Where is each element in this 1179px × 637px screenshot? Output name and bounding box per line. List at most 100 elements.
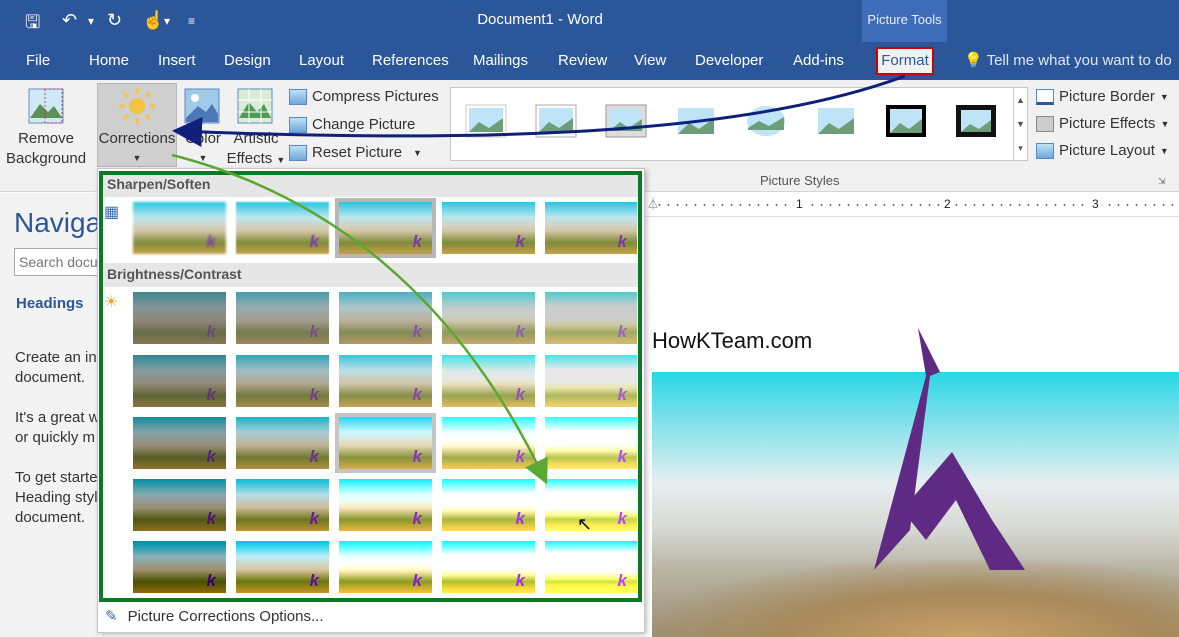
artistic-effects-label-1: Artistic [233,130,279,147]
ruler-number: 1 [794,197,805,211]
tab-format[interactable]: Format [876,47,934,75]
ruler-number: 3 [1090,197,1101,211]
picture-corrections-options-label: Picture Corrections Options... [127,607,324,625]
save-icon[interactable]: 🖫 [25,10,40,40]
nav-help-text: Heading styl [15,489,98,506]
reset-picture-dropdown-icon[interactable]: ▼ [413,148,422,158]
picture-effects-icon [1036,115,1054,132]
undo-icon[interactable]: ↶ [62,10,77,31]
redo-icon[interactable]: ↻ [107,10,122,31]
tab-insert[interactable]: Insert [158,52,196,69]
nav-help-text: or quickly m [15,429,96,446]
undo-dropdown-icon[interactable]: ▾ [88,14,94,28]
color-dropdown-icon[interactable]: ▼ [178,148,228,168]
compress-pictures-button[interactable]: Compress Pictures [289,88,439,105]
tab-headings[interactable]: Headings [16,295,84,312]
picture-style-thumb[interactable] [465,104,507,138]
horizontal-ruler[interactable]: ⏃ 1 2 3 [645,193,1179,217]
nav-help-text: To get starte [15,469,98,486]
picture-style-thumb[interactable] [535,104,577,138]
window-title: Document1 - Word [477,11,603,28]
picture-layout-label: Picture Layout [1059,142,1155,159]
sun-icon [119,88,155,124]
picture-border-icon [1036,88,1054,105]
corrections-label: Corrections [98,130,176,147]
remove-background-button[interactable]: Remove Background [6,129,86,169]
nav-help-text: document. [15,369,86,386]
remove-background-icon [28,88,64,124]
search-document-input[interactable] [14,248,104,276]
tab-references[interactable]: References [372,52,449,69]
howkteam-logo [874,328,1025,570]
picture-border-label: Picture Border [1059,88,1155,105]
document-text[interactable]: HowKTeam.com [652,328,812,354]
gallery-scroll-down-icon[interactable]: ▼ [1013,112,1027,136]
mouse-cursor-icon: ↖ [577,514,593,534]
picture-border-dropdown-icon[interactable]: ▼ [1160,92,1169,102]
gallery-more-icon[interactable]: ▾ [1013,136,1027,160]
artistic-effects-icon [237,88,273,124]
picture-corrections-options-icon: ✎ [105,608,118,625]
tab-design[interactable]: Design [224,52,271,69]
reset-picture-label: Reset Picture [312,144,403,161]
tab-file[interactable]: File [26,52,50,69]
nav-help-text: It's a great w [15,409,100,426]
reset-picture-icon [289,144,307,161]
picture-layout-dropdown-icon[interactable]: ▼ [1160,146,1169,156]
tell-me-text: Tell me what you want to do [986,52,1172,69]
remove-background-label-2: Background [6,150,87,167]
picture-style-thumb[interactable] [955,104,997,138]
tab-layout[interactable]: Layout [299,52,344,69]
color-button[interactable]: Color [178,129,228,149]
ruler-number: 2 [942,197,953,211]
tab-review[interactable]: Review [558,52,607,69]
picture-styles-group-label: Picture Styles [760,173,840,188]
picture-corrections-options-link[interactable]: ✎ Picture Corrections Options... [99,602,643,630]
navigation-title: Naviga [14,207,102,238]
dialog-launcher-icon[interactable]: ⇲ [1158,176,1166,187]
picture-styles-gallery[interactable]: ▲ ▼ ▾ [450,87,1028,161]
picture-effects-label: Picture Effects [1059,115,1156,132]
picture-effects-button[interactable]: Picture Effects ▼ [1036,115,1169,132]
change-picture-button[interactable]: Change Picture [289,116,415,133]
indent-marker-icon[interactable]: ⏃ [647,195,659,212]
remove-background-label-1: Remove [18,130,74,147]
compress-pictures-label: Compress Pictures [312,88,439,105]
tab-developer[interactable]: Developer [695,52,763,69]
artistic-effects-label-2: Effects ▼ [226,150,286,167]
picture-style-thumb[interactable] [815,104,857,138]
reset-picture-button[interactable]: Reset Picture ▼ [289,144,422,161]
tab-view[interactable]: View [634,52,666,69]
tab-addins[interactable]: Add-ins [793,52,844,69]
change-picture-icon [289,116,307,133]
color-icon [184,88,220,124]
artistic-effects-label-2-text: Effects [226,150,273,167]
lightbulb-icon: 💡 [964,52,983,69]
picture-layout-icon [1036,142,1054,159]
picture-tools-label: Picture Tools [862,0,947,42]
tab-mailings[interactable]: Mailings [473,52,528,69]
change-picture-label: Change Picture [312,116,416,133]
nav-help-text: Create an int [15,349,101,366]
gallery-scroll-up-icon[interactable]: ▲ [1013,88,1027,112]
navigation-pane: Naviga Headings Create an int document. … [0,193,104,637]
tell-me-box[interactable]: 💡 Tell me what you want to do [964,51,1172,69]
picture-style-thumb[interactable] [675,104,717,138]
picture-style-thumb[interactable] [605,104,647,138]
picture-layout-button[interactable]: Picture Layout ▼ [1036,142,1169,159]
title-bar: 🖫 ↶ ▾ ↻ ☝ ▾ ≡ Document1 - Word Picture T… [0,0,1179,42]
highlight-frame [99,171,642,602]
picture-border-button[interactable]: Picture Border ▼ [1036,88,1169,105]
corrections-dropdown-icon[interactable]: ▼ [97,148,177,168]
compress-pictures-icon [289,88,307,105]
touch-dropdown-icon[interactable]: ▾ [164,14,170,28]
document-picture-hills [652,560,1179,637]
nav-help-text: document. [15,509,86,526]
artistic-effects-button[interactable]: Artistic Effects ▼ [225,129,287,170]
touch-mode-icon[interactable]: ☝ [142,10,164,31]
picture-style-thumb[interactable] [885,104,927,138]
customize-qat-icon[interactable]: ≡ [188,14,195,28]
picture-effects-dropdown-icon[interactable]: ▼ [1160,119,1169,129]
tab-home[interactable]: Home [89,52,129,69]
picture-style-thumb[interactable] [745,104,787,138]
